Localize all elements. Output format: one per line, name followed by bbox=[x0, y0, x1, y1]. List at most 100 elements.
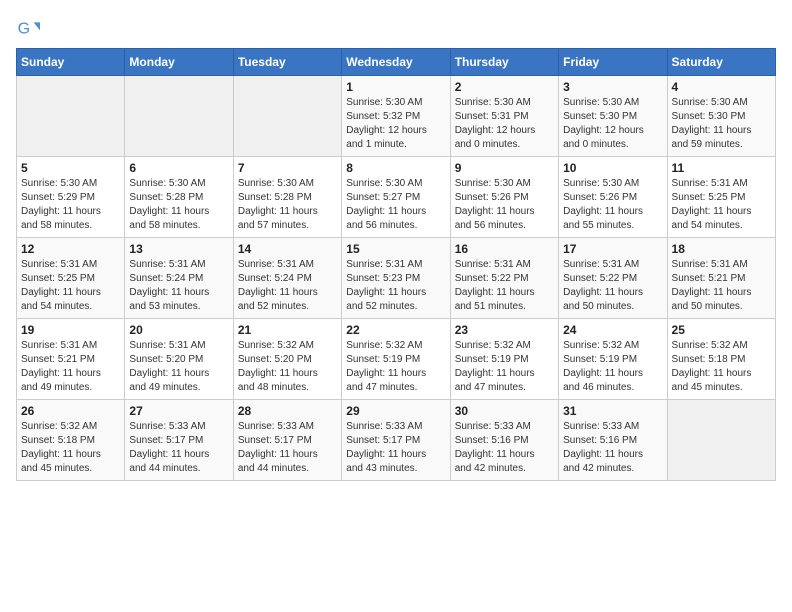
day-number: 31 bbox=[563, 404, 662, 418]
day-info: Sunrise: 5:32 AM Sunset: 5:18 PM Dayligh… bbox=[21, 420, 120, 476]
day-info: Sunrise: 5:31 AM Sunset: 5:22 PM Dayligh… bbox=[455, 258, 554, 314]
day-cell: 6 Sunrise: 5:30 AM Sunset: 5:28 PM Daylig… bbox=[125, 157, 233, 238]
day-number: 12 bbox=[21, 242, 120, 256]
day-number: 4 bbox=[672, 80, 771, 94]
day-info: Sunrise: 5:31 AM Sunset: 5:22 PM Dayligh… bbox=[563, 258, 662, 314]
day-cell: 27 Sunrise: 5:33 AM Sunset: 5:17 PM Dayli… bbox=[125, 400, 233, 481]
day-info: Sunrise: 5:30 AM Sunset: 5:27 PM Dayligh… bbox=[346, 177, 445, 233]
day-info: Sunrise: 5:31 AM Sunset: 5:23 PM Dayligh… bbox=[346, 258, 445, 314]
day-cell: 9Sunrise: 5:30 AM Sunset: 5:26 PM Daylig… bbox=[450, 157, 558, 238]
day-number: 10 bbox=[563, 161, 662, 175]
day-info: Sunrise: 5:33 AM Sunset: 5:17 PM Dayligh… bbox=[238, 420, 337, 476]
day-info: Sunrise: 5:33 AM Sunset: 5:17 PM Dayligh… bbox=[129, 420, 228, 476]
day-cell: 5 Sunrise: 5:30 AM Sunset: 5:29 PM Daylig… bbox=[17, 157, 125, 238]
header-saturday: Saturday bbox=[667, 49, 775, 76]
logo-icon: G bbox=[16, 16, 40, 40]
day-number: 13 bbox=[129, 242, 228, 256]
day-number: 11 bbox=[672, 161, 771, 175]
day-cell: 3 Sunrise: 5:30 AM Sunset: 5:30 PM Daylig… bbox=[559, 76, 667, 157]
day-cell: 24 Sunrise: 5:32 AM Sunset: 5:19 PM Dayli… bbox=[559, 319, 667, 400]
day-number: 5 bbox=[21, 161, 120, 175]
day-cell: 31 Sunrise: 5:33 AM Sunset: 5:16 PM Dayli… bbox=[559, 400, 667, 481]
day-cell: 30Sunrise: 5:33 AM Sunset: 5:16 PM Dayli… bbox=[450, 400, 558, 481]
day-info: Sunrise: 5:31 AM Sunset: 5:21 PM Dayligh… bbox=[21, 339, 120, 395]
calendar-table: SundayMondayTuesdayWednesdayThursdayFrid… bbox=[16, 48, 776, 481]
week-row-2: 12 Sunrise: 5:31 AM Sunset: 5:25 PM Dayli… bbox=[17, 238, 776, 319]
day-cell bbox=[667, 400, 775, 481]
day-info: Sunrise: 5:30 AM Sunset: 5:28 PM Dayligh… bbox=[238, 177, 337, 233]
day-cell: 13 Sunrise: 5:31 AM Sunset: 5:24 PM Dayli… bbox=[125, 238, 233, 319]
page-header: G bbox=[16, 16, 776, 40]
day-info: Sunrise: 5:32 AM Sunset: 5:19 PM Dayligh… bbox=[455, 339, 554, 395]
day-info: Sunrise: 5:30 AM Sunset: 5:28 PM Dayligh… bbox=[129, 177, 228, 233]
day-info: Sunrise: 5:32 AM Sunset: 5:20 PM Dayligh… bbox=[238, 339, 337, 395]
day-number: 3 bbox=[563, 80, 662, 94]
day-info: Sunrise: 5:30 AM Sunset: 5:26 PM Dayligh… bbox=[563, 177, 662, 233]
header-friday: Friday bbox=[559, 49, 667, 76]
day-number: 21 bbox=[238, 323, 337, 337]
day-cell: 14Sunrise: 5:31 AM Sunset: 5:24 PM Dayli… bbox=[233, 238, 341, 319]
day-info: Sunrise: 5:33 AM Sunset: 5:17 PM Dayligh… bbox=[346, 420, 445, 476]
day-cell: 8 Sunrise: 5:30 AM Sunset: 5:27 PM Daylig… bbox=[342, 157, 450, 238]
header-wednesday: Wednesday bbox=[342, 49, 450, 76]
day-cell: 7 Sunrise: 5:30 AM Sunset: 5:28 PM Daylig… bbox=[233, 157, 341, 238]
day-info: Sunrise: 5:31 AM Sunset: 5:24 PM Dayligh… bbox=[129, 258, 228, 314]
day-cell: 11Sunrise: 5:31 AM Sunset: 5:25 PM Dayli… bbox=[667, 157, 775, 238]
day-info: Sunrise: 5:33 AM Sunset: 5:16 PM Dayligh… bbox=[563, 420, 662, 476]
logo: G bbox=[16, 16, 44, 40]
day-number: 9 bbox=[455, 161, 554, 175]
day-number: 18 bbox=[672, 242, 771, 256]
day-number: 24 bbox=[563, 323, 662, 337]
day-number: 1 bbox=[346, 80, 445, 94]
week-row-1: 5 Sunrise: 5:30 AM Sunset: 5:29 PM Daylig… bbox=[17, 157, 776, 238]
day-cell: 12 Sunrise: 5:31 AM Sunset: 5:25 PM Dayli… bbox=[17, 238, 125, 319]
day-info: Sunrise: 5:33 AM Sunset: 5:16 PM Dayligh… bbox=[455, 420, 554, 476]
day-cell: 23 Sunrise: 5:32 AM Sunset: 5:19 PM Dayli… bbox=[450, 319, 558, 400]
day-cell: 21 Sunrise: 5:32 AM Sunset: 5:20 PM Dayli… bbox=[233, 319, 341, 400]
day-cell: 2 Sunrise: 5:30 AM Sunset: 5:31 PM Daylig… bbox=[450, 76, 558, 157]
day-cell: 10 Sunrise: 5:30 AM Sunset: 5:26 PM Dayli… bbox=[559, 157, 667, 238]
day-info: Sunrise: 5:30 AM Sunset: 5:32 PM Dayligh… bbox=[346, 96, 445, 152]
day-cell: 25Sunrise: 5:32 AM Sunset: 5:18 PM Dayli… bbox=[667, 319, 775, 400]
day-cell bbox=[125, 76, 233, 157]
day-info: Sunrise: 5:32 AM Sunset: 5:18 PM Dayligh… bbox=[672, 339, 771, 395]
week-row-4: 26 Sunrise: 5:32 AM Sunset: 5:18 PM Dayli… bbox=[17, 400, 776, 481]
day-cell: 16 Sunrise: 5:31 AM Sunset: 5:22 PM Dayli… bbox=[450, 238, 558, 319]
day-info: Sunrise: 5:31 AM Sunset: 5:20 PM Dayligh… bbox=[129, 339, 228, 395]
day-info: Sunrise: 5:30 AM Sunset: 5:30 PM Dayligh… bbox=[563, 96, 662, 152]
day-number: 2 bbox=[455, 80, 554, 94]
day-number: 16 bbox=[455, 242, 554, 256]
day-number: 23 bbox=[455, 323, 554, 337]
day-cell: 1 Sunrise: 5:30 AM Sunset: 5:32 PM Daylig… bbox=[342, 76, 450, 157]
day-number: 26 bbox=[21, 404, 120, 418]
day-number: 7 bbox=[238, 161, 337, 175]
week-row-3: 19 Sunrise: 5:31 AM Sunset: 5:21 PM Dayli… bbox=[17, 319, 776, 400]
svg-text:G: G bbox=[18, 21, 30, 38]
day-cell: 22Sunrise: 5:32 AM Sunset: 5:19 PM Dayli… bbox=[342, 319, 450, 400]
day-cell: 4 Sunrise: 5:30 AM Sunset: 5:30 PM Daylig… bbox=[667, 76, 775, 157]
day-info: Sunrise: 5:31 AM Sunset: 5:21 PM Dayligh… bbox=[672, 258, 771, 314]
day-info: Sunrise: 5:30 AM Sunset: 5:29 PM Dayligh… bbox=[21, 177, 120, 233]
day-info: Sunrise: 5:32 AM Sunset: 5:19 PM Dayligh… bbox=[563, 339, 662, 395]
day-number: 8 bbox=[346, 161, 445, 175]
day-info: Sunrise: 5:31 AM Sunset: 5:24 PM Dayligh… bbox=[238, 258, 337, 314]
day-info: Sunrise: 5:30 AM Sunset: 5:30 PM Dayligh… bbox=[672, 96, 771, 152]
day-cell bbox=[233, 76, 341, 157]
day-number: 17 bbox=[563, 242, 662, 256]
day-cell: 15 Sunrise: 5:31 AM Sunset: 5:23 PM Dayli… bbox=[342, 238, 450, 319]
day-number: 15 bbox=[346, 242, 445, 256]
day-info: Sunrise: 5:31 AM Sunset: 5:25 PM Dayligh… bbox=[21, 258, 120, 314]
day-number: 20 bbox=[129, 323, 228, 337]
day-number: 6 bbox=[129, 161, 228, 175]
header-monday: Monday bbox=[125, 49, 233, 76]
header-sunday: Sunday bbox=[17, 49, 125, 76]
day-cell: 26 Sunrise: 5:32 AM Sunset: 5:18 PM Dayli… bbox=[17, 400, 125, 481]
week-row-0: 1 Sunrise: 5:30 AM Sunset: 5:32 PM Daylig… bbox=[17, 76, 776, 157]
day-cell: 28Sunrise: 5:33 AM Sunset: 5:17 PM Dayli… bbox=[233, 400, 341, 481]
day-number: 29 bbox=[346, 404, 445, 418]
day-number: 19 bbox=[21, 323, 120, 337]
day-info: Sunrise: 5:32 AM Sunset: 5:19 PM Dayligh… bbox=[346, 339, 445, 395]
header-row: SundayMondayTuesdayWednesdayThursdayFrid… bbox=[17, 49, 776, 76]
day-number: 27 bbox=[129, 404, 228, 418]
day-info: Sunrise: 5:30 AM Sunset: 5:31 PM Dayligh… bbox=[455, 96, 554, 152]
